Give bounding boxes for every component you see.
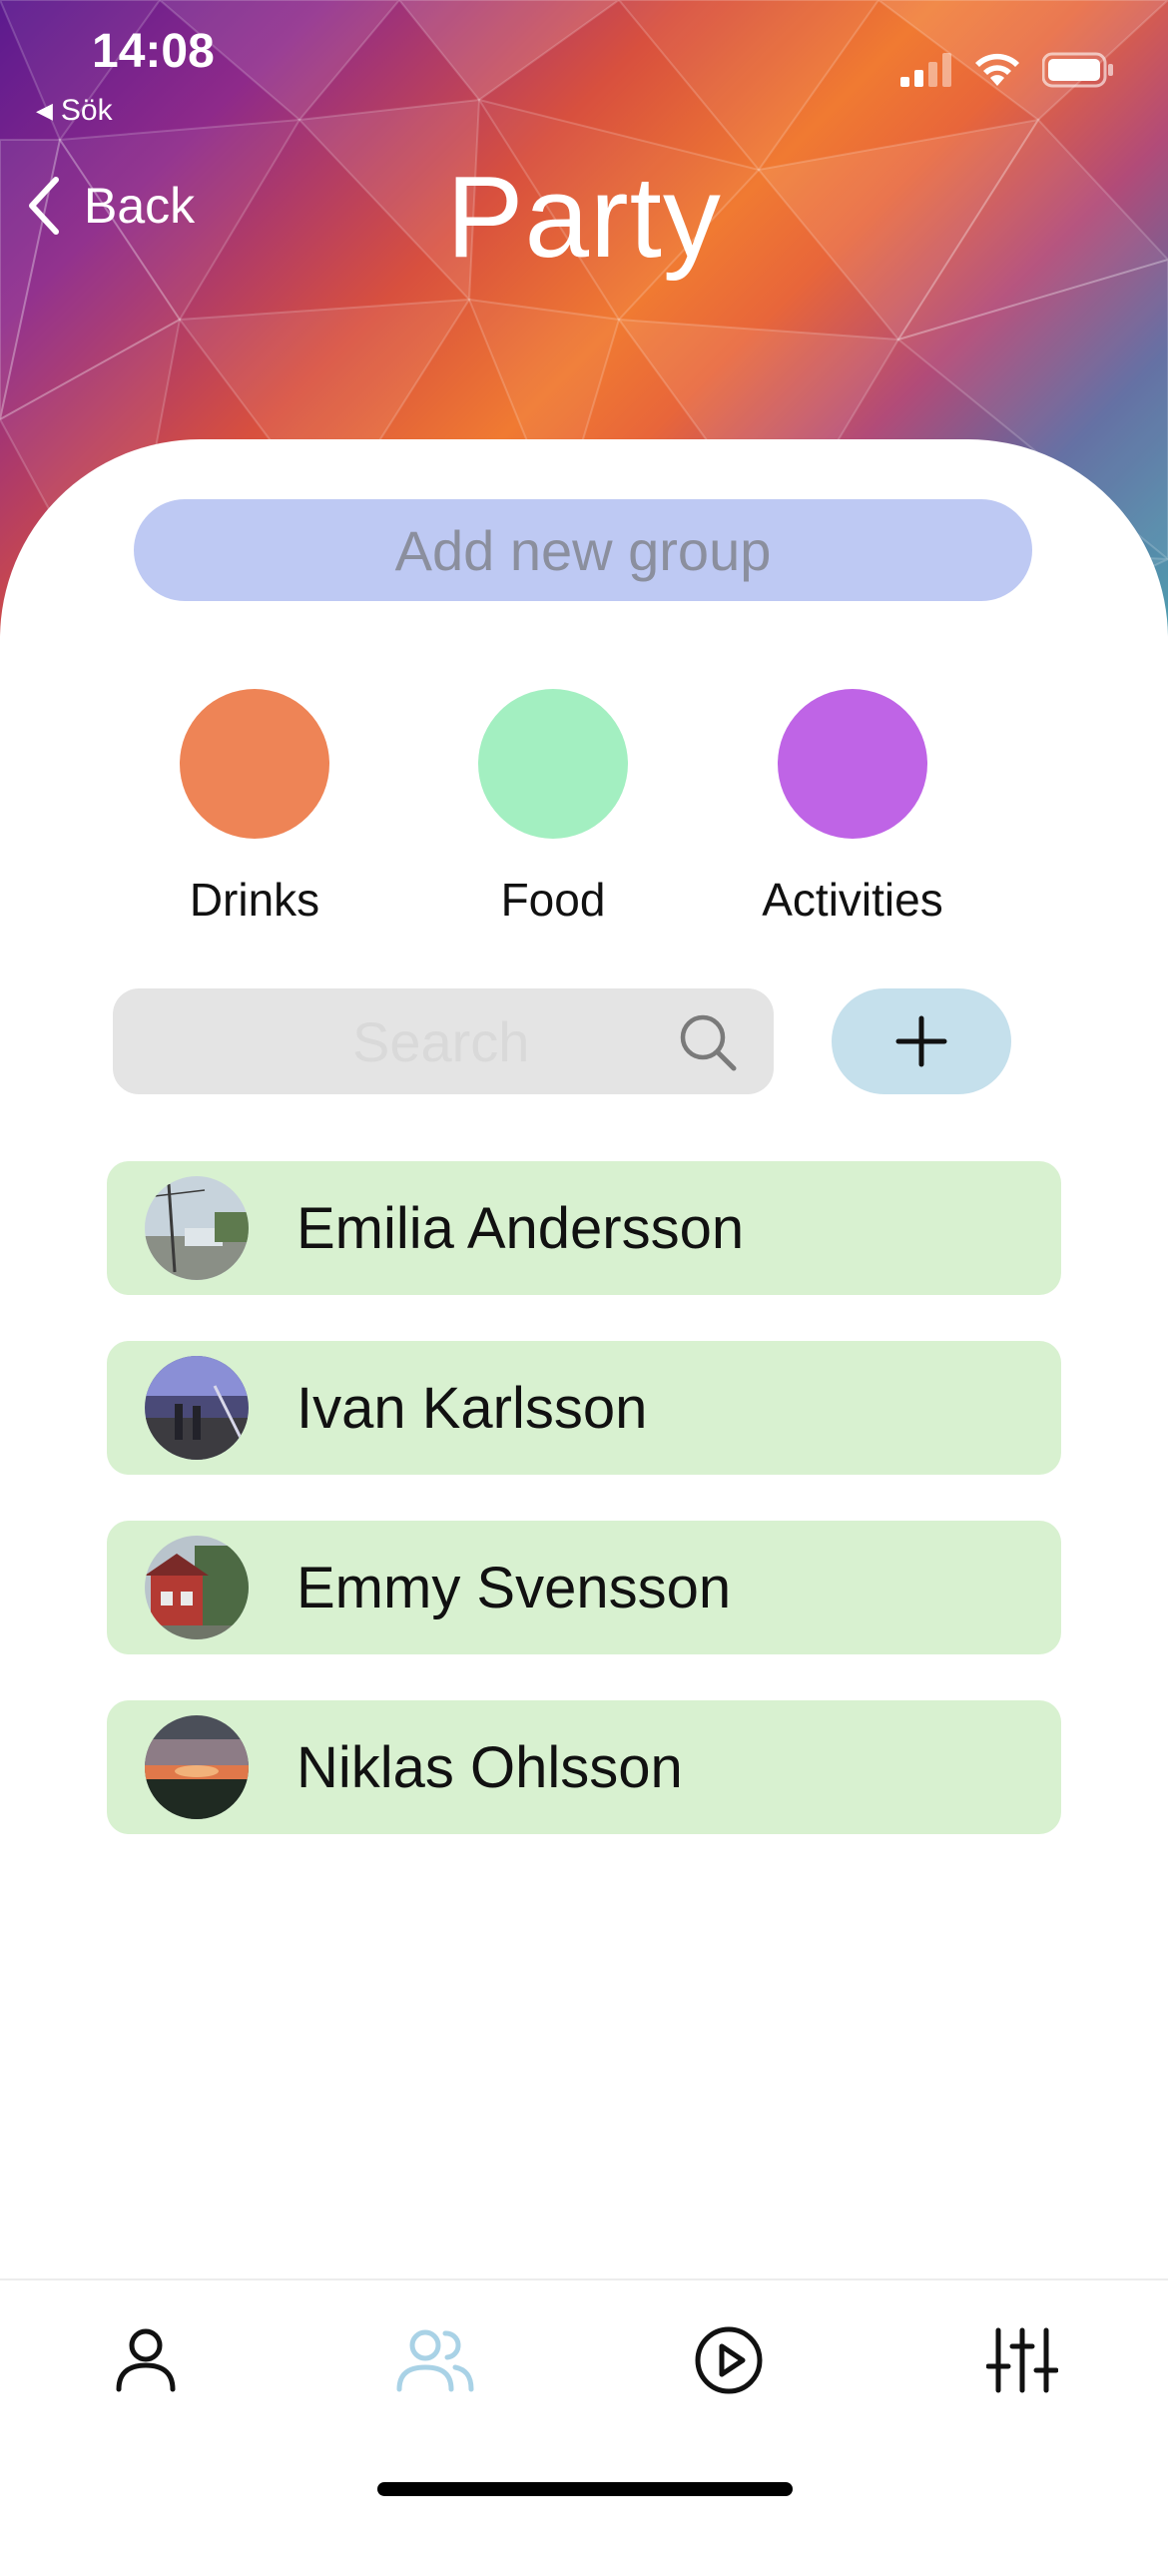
member-row[interactable]: Niklas Ohlsson [107, 1700, 1061, 1834]
avatar [145, 1536, 249, 1639]
plus-icon [895, 1015, 947, 1067]
tab-profile[interactable] [106, 2320, 186, 2400]
member-name: Emilia Andersson [296, 1195, 745, 1261]
cellular-signal-icon [900, 53, 951, 87]
member-row[interactable]: Emilia Andersson [107, 1161, 1061, 1295]
search-input[interactable] [350, 1007, 824, 1075]
category-label: Food [500, 874, 606, 926]
status-back-app-label: Sök [60, 94, 113, 127]
person-icon [116, 2328, 176, 2392]
member-row[interactable]: Emmy Svensson [107, 1521, 1061, 1654]
home-indicator[interactable] [377, 2482, 793, 2496]
member-name: Ivan Karlsson [296, 1375, 648, 1441]
category-color-dot [478, 689, 628, 839]
play-circle-icon [695, 2326, 763, 2394]
avatar [145, 1356, 249, 1460]
category-label: Activities [762, 874, 943, 926]
category-label: Drinks [189, 874, 320, 926]
avatar [145, 1176, 249, 1280]
status-icons [900, 52, 1114, 88]
back-triangle-icon: ◀ [36, 98, 53, 123]
category-drinks[interactable]: Drinks [125, 689, 384, 927]
tab-settings[interactable] [982, 2320, 1062, 2400]
add-new-group-button[interactable]: Add new group [134, 499, 1032, 601]
member-name: Emmy Svensson [296, 1555, 732, 1620]
category-activities[interactable]: Activities [723, 689, 982, 927]
battery-icon [1042, 52, 1113, 88]
tab-play[interactable] [689, 2320, 769, 2400]
category-food[interactable]: Food [423, 689, 683, 927]
category-color-dot [180, 689, 329, 839]
search-icon[interactable] [678, 1012, 738, 1072]
avatar [145, 1715, 249, 1819]
member-row[interactable]: Ivan Karlsson [107, 1341, 1061, 1475]
search-bar [113, 988, 824, 1094]
status-time: 14:08 [92, 25, 215, 78]
category-color-dot [778, 689, 927, 839]
tab-groups[interactable] [395, 2320, 475, 2400]
status-back-to-app[interactable]: ◀ Sök [36, 94, 113, 128]
add-member-button[interactable] [832, 988, 1011, 1094]
group-icon [396, 2329, 474, 2392]
page-title: Party [446, 152, 722, 282]
sliders-icon [986, 2327, 1058, 2393]
wifi-icon [975, 53, 1019, 86]
member-name: Niklas Ohlsson [296, 1734, 683, 1800]
